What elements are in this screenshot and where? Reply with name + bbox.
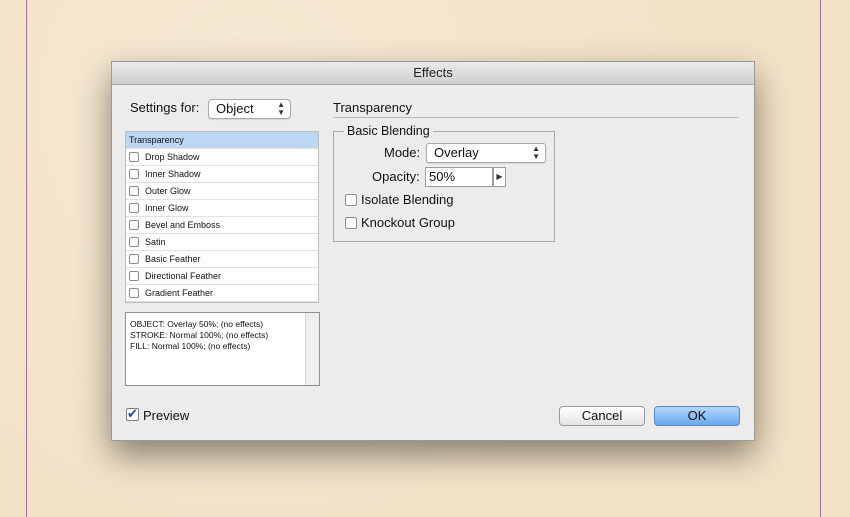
summary-scrollbar[interactable] <box>305 313 319 385</box>
section-divider <box>333 117 739 118</box>
summary-line-fill: FILL: Normal 100%; (no effects) <box>130 341 251 351</box>
mode-select[interactable]: Overlay ▲ ▼ <box>426 143 546 163</box>
effect-item-inner-glow[interactable]: Inner Glow <box>126 200 318 217</box>
effect-checkbox[interactable] <box>129 237 139 247</box>
checkmark-icon: ✔ <box>127 406 138 421</box>
effect-checkbox[interactable] <box>129 271 139 281</box>
opacity-label: Opacity: <box>372 169 420 184</box>
effect-checkbox[interactable] <box>129 254 139 264</box>
summary-line-object: OBJECT: Overlay 50%; (no effects) <box>130 319 264 329</box>
preview-checkbox[interactable]: ✔ <box>126 406 139 421</box>
effects-summary: OBJECT: Overlay 50%; (no effects) STROKE… <box>125 312 320 386</box>
effect-label: Basic Feather <box>145 254 201 264</box>
knockout-group-label: Knockout Group <box>361 215 455 230</box>
settings-for-label: Settings for: <box>130 100 200 115</box>
effect-item-inner-shadow[interactable]: Inner Shadow <box>126 166 318 183</box>
guide-line-right <box>820 0 821 517</box>
play-icon: ▶ <box>496 172 503 181</box>
effect-item-bevel-and-emboss[interactable]: Bevel and Emboss <box>126 217 318 234</box>
section-title: Transparency <box>333 100 412 115</box>
preview-label: Preview <box>143 408 190 423</box>
effect-item-basic-feather[interactable]: Basic Feather <box>126 251 318 268</box>
isolate-blending-checkbox[interactable] <box>345 194 357 206</box>
mode-label: Mode: <box>384 145 421 160</box>
effect-label: Inner Glow <box>145 203 189 213</box>
effect-checkbox[interactable] <box>129 220 139 230</box>
knockout-group-checkbox[interactable] <box>345 217 357 229</box>
effects-list: Transparency Drop Shadow Inner Shadow Ou… <box>125 131 319 303</box>
effect-checkbox[interactable] <box>129 186 139 196</box>
effect-label: Bevel and Emboss <box>145 220 221 230</box>
effect-label: Directional Feather <box>145 271 222 281</box>
effect-checkbox[interactable] <box>129 169 139 179</box>
effect-checkbox[interactable] <box>129 152 139 162</box>
effect-item-outer-glow[interactable]: Outer Glow <box>126 183 318 200</box>
guide-line-left <box>26 0 27 517</box>
summary-line-stroke: STROKE: Normal 100%; (no effects) <box>130 330 269 340</box>
basic-blending-title: Basic Blending <box>344 124 433 138</box>
effect-label: Gradient Feather <box>145 288 214 298</box>
select-arrows-icon: ▲ ▼ <box>532 144 540 161</box>
mode-value: Overlay <box>434 145 479 160</box>
effect-checkbox[interactable] <box>129 203 139 213</box>
effect-label: Transparency <box>129 135 184 145</box>
effect-label: Satin <box>145 237 166 247</box>
settings-for-select[interactable]: Object ▲ ▼ <box>208 99 291 119</box>
effect-item-drop-shadow[interactable]: Drop Shadow <box>126 149 318 166</box>
effects-dialog: Effects Settings for: Object ▲ ▼ Transpar… <box>111 61 755 441</box>
effect-label: Drop Shadow <box>145 152 200 162</box>
effect-item-gradient-feather[interactable]: Gradient Feather <box>126 285 318 302</box>
effect-item-satin[interactable]: Satin <box>126 234 318 251</box>
effect-item-transparency[interactable]: Transparency <box>126 132 318 149</box>
effect-label: Outer Glow <box>145 186 191 196</box>
effect-checkbox[interactable] <box>129 288 139 298</box>
opacity-stepper[interactable]: ▶ <box>493 167 506 187</box>
effect-item-directional-feather[interactable]: Directional Feather <box>126 268 318 285</box>
effect-label: Inner Shadow <box>145 169 201 179</box>
window-title: Effects <box>112 62 754 85</box>
select-arrows-icon: ▲ ▼ <box>277 100 285 117</box>
ok-button[interactable]: OK <box>654 406 740 426</box>
opacity-input[interactable]: 50% <box>425 167 493 187</box>
cancel-button[interactable]: Cancel <box>559 406 645 426</box>
settings-for-value: Object <box>216 101 254 116</box>
isolate-blending-label: Isolate Blending <box>361 192 454 207</box>
